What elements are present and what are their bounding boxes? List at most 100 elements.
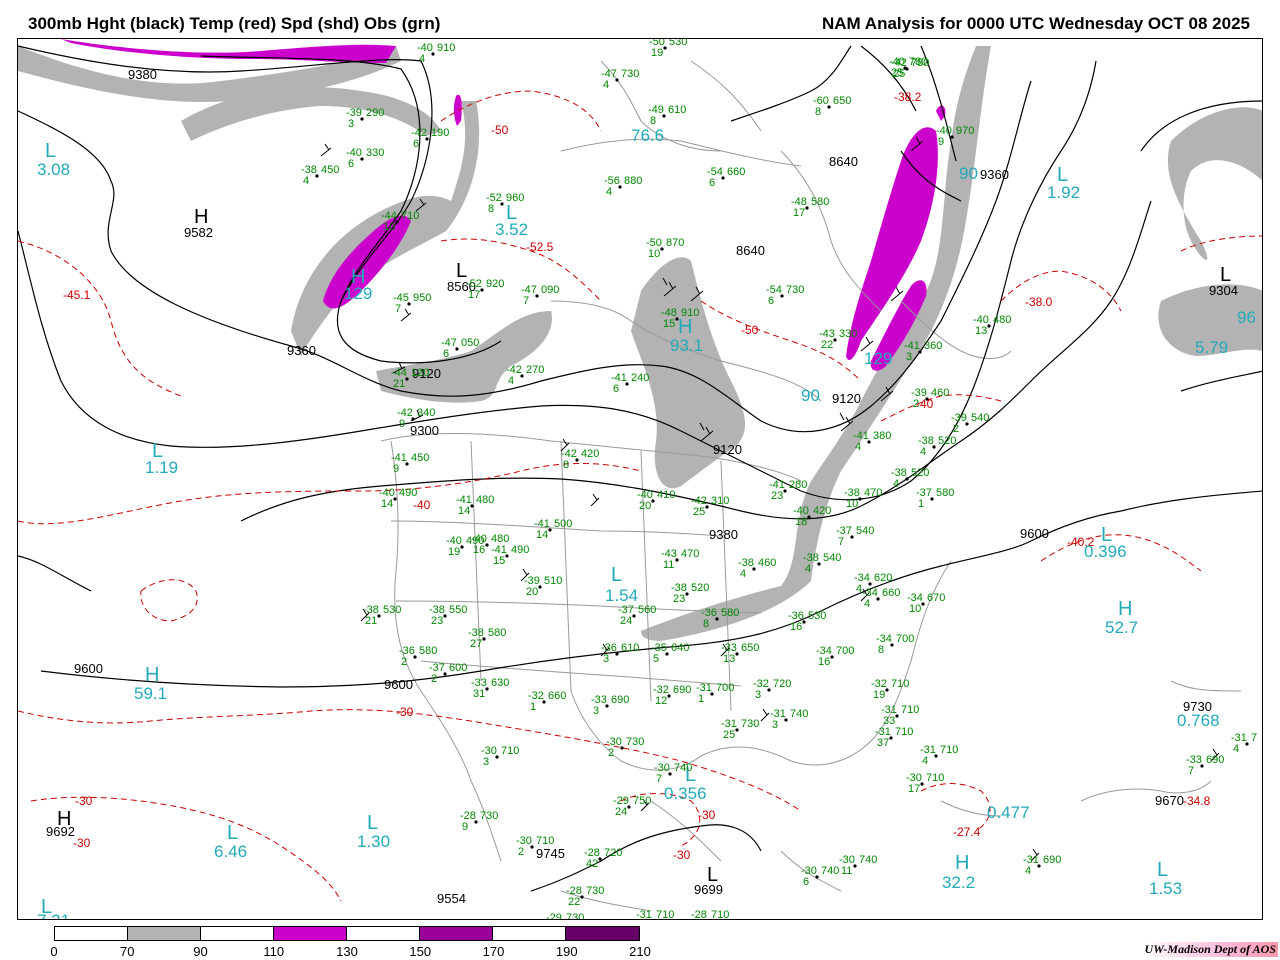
obs-dewpoint-depression: 2 [431,673,437,685]
obs-height: 740 [859,854,877,866]
station-dot [580,895,584,899]
station-dot [817,562,821,566]
colorbar-segment [274,927,347,940]
obs-dewpoint-depression: 24 [615,806,627,818]
station-observation: -36 6103 [601,642,639,665]
station-observation: -39 51020 [524,575,562,598]
station-observation: -29 75024 [613,795,651,818]
obs-dewpoint-depression: 10 [909,603,921,615]
station-observation: -31 6904 [1023,854,1061,877]
speed-label: 96 [1237,308,1256,327]
low-marker: L [1220,264,1231,286]
colorbar-tick-label: 170 [482,944,505,959]
low-marker: L [506,202,517,224]
obs-temperature: -31 [636,909,652,920]
colorbar-segment [347,927,420,940]
speed-label: 0.768 [1177,711,1220,730]
station-dot [668,772,672,776]
obs-dewpoint-depression: 21 [393,378,405,390]
obs-height: 480 [476,494,494,506]
obs-height: 120 [411,367,429,379]
station-observation: -33 6907 [1186,754,1224,777]
obs-height: 580 [811,196,829,208]
station-dot [500,202,504,206]
obs-height: 710 [926,772,944,784]
station-dot [867,440,871,444]
station-dot [542,700,546,704]
height-contours [18,45,1262,892]
obs-height: 690 [1043,854,1061,866]
obs-height: 730 [586,885,604,897]
obs-height: 740 [790,708,808,720]
obs-dewpoint-depression: 14 [458,505,470,517]
obs-dewpoint-depression: 4 [606,186,612,198]
obs-dewpoint-depression: 8 [878,644,884,656]
obs-height: 7 [1251,732,1257,744]
station-observation: -37 56024 [618,604,656,627]
obs-dewpoint-depression: 4 [740,568,746,580]
obs-height: 690 [673,684,691,696]
height-label: 9600 [1020,526,1049,541]
obs-dewpoint-depression: 7 [1188,765,1194,777]
high-marker: H [194,206,208,228]
station-observation: -48 58017 [791,196,829,219]
obs-dewpoint-depression: 20 [526,586,538,598]
obs-height: 710 [895,726,913,738]
station-dot [667,694,671,698]
station-dot [930,497,934,501]
obs-height: 270 [526,364,544,376]
station-observation: -34 7008 [876,633,914,656]
station-dot [377,614,381,618]
station-observation: -40 9104 [417,42,455,65]
low-marker: L [1157,859,1168,881]
obs-dewpoint-depression: 4 [508,375,514,387]
colorbar-tick-label: 110 [263,944,285,959]
station-dot [721,176,725,180]
obs-dewpoint-depression: 3 [772,719,778,731]
speed-label: 5.79 [1195,338,1228,357]
station-dot [735,728,739,732]
temp-label: -30 [75,794,93,808]
obs-height: 650 [833,95,851,107]
station-observation: -38 55023 [429,604,467,627]
obs-height: 460 [931,387,949,399]
station-observation: -38 58027 [468,627,506,650]
temp-label: -38.0 [1025,295,1053,309]
obs-dewpoint-depression: 2 [401,656,407,668]
station-dot [620,746,624,750]
obs-height: 710 [711,909,729,920]
station-dot [395,220,399,224]
station-observation: -38 47010 [844,487,882,510]
station-dot [1037,864,1041,868]
speed-label: 1.30 [357,832,390,851]
obs-height: 640 [671,642,689,654]
speed-label: 6.46 [214,842,247,861]
station-dot [815,875,819,879]
station-observation: -41 2406 [611,372,649,395]
station-observation: -54 6606 [707,166,745,189]
obs-height: 380 [873,430,891,442]
obs-height: 580 [721,607,739,619]
obs-height: 360 [924,340,942,352]
temp-label: -45.1 [63,288,91,302]
obs-dewpoint-depression: 1 [918,498,924,510]
obs-dewpoint-depression: 3 [348,118,354,130]
temp-label: -27.4 [953,825,981,839]
station-dot [425,137,429,141]
obs-dewpoint-depression: 8 [650,115,656,127]
station-dot [833,338,837,342]
station-dot [443,614,447,618]
obs-dewpoint-depression: 4 [603,79,609,91]
obs-temperature: -29 [546,912,562,920]
station-dot [715,617,719,621]
obs-height: 700 [716,682,734,694]
obs-height: 740 [821,865,839,877]
temp-label: -38.2 [894,90,922,104]
obs-height: 560 [638,604,656,616]
obs-dewpoint-depression: 7 [656,773,662,785]
obs-dewpoint-depression: 4 [1025,865,1031,877]
obs-dewpoint-depression: 23 [431,615,443,627]
station-observation: -52 92017 [466,278,504,301]
obs-dewpoint-depression: 9 [938,136,944,148]
obs-dewpoint-depression: 12 [655,695,667,707]
